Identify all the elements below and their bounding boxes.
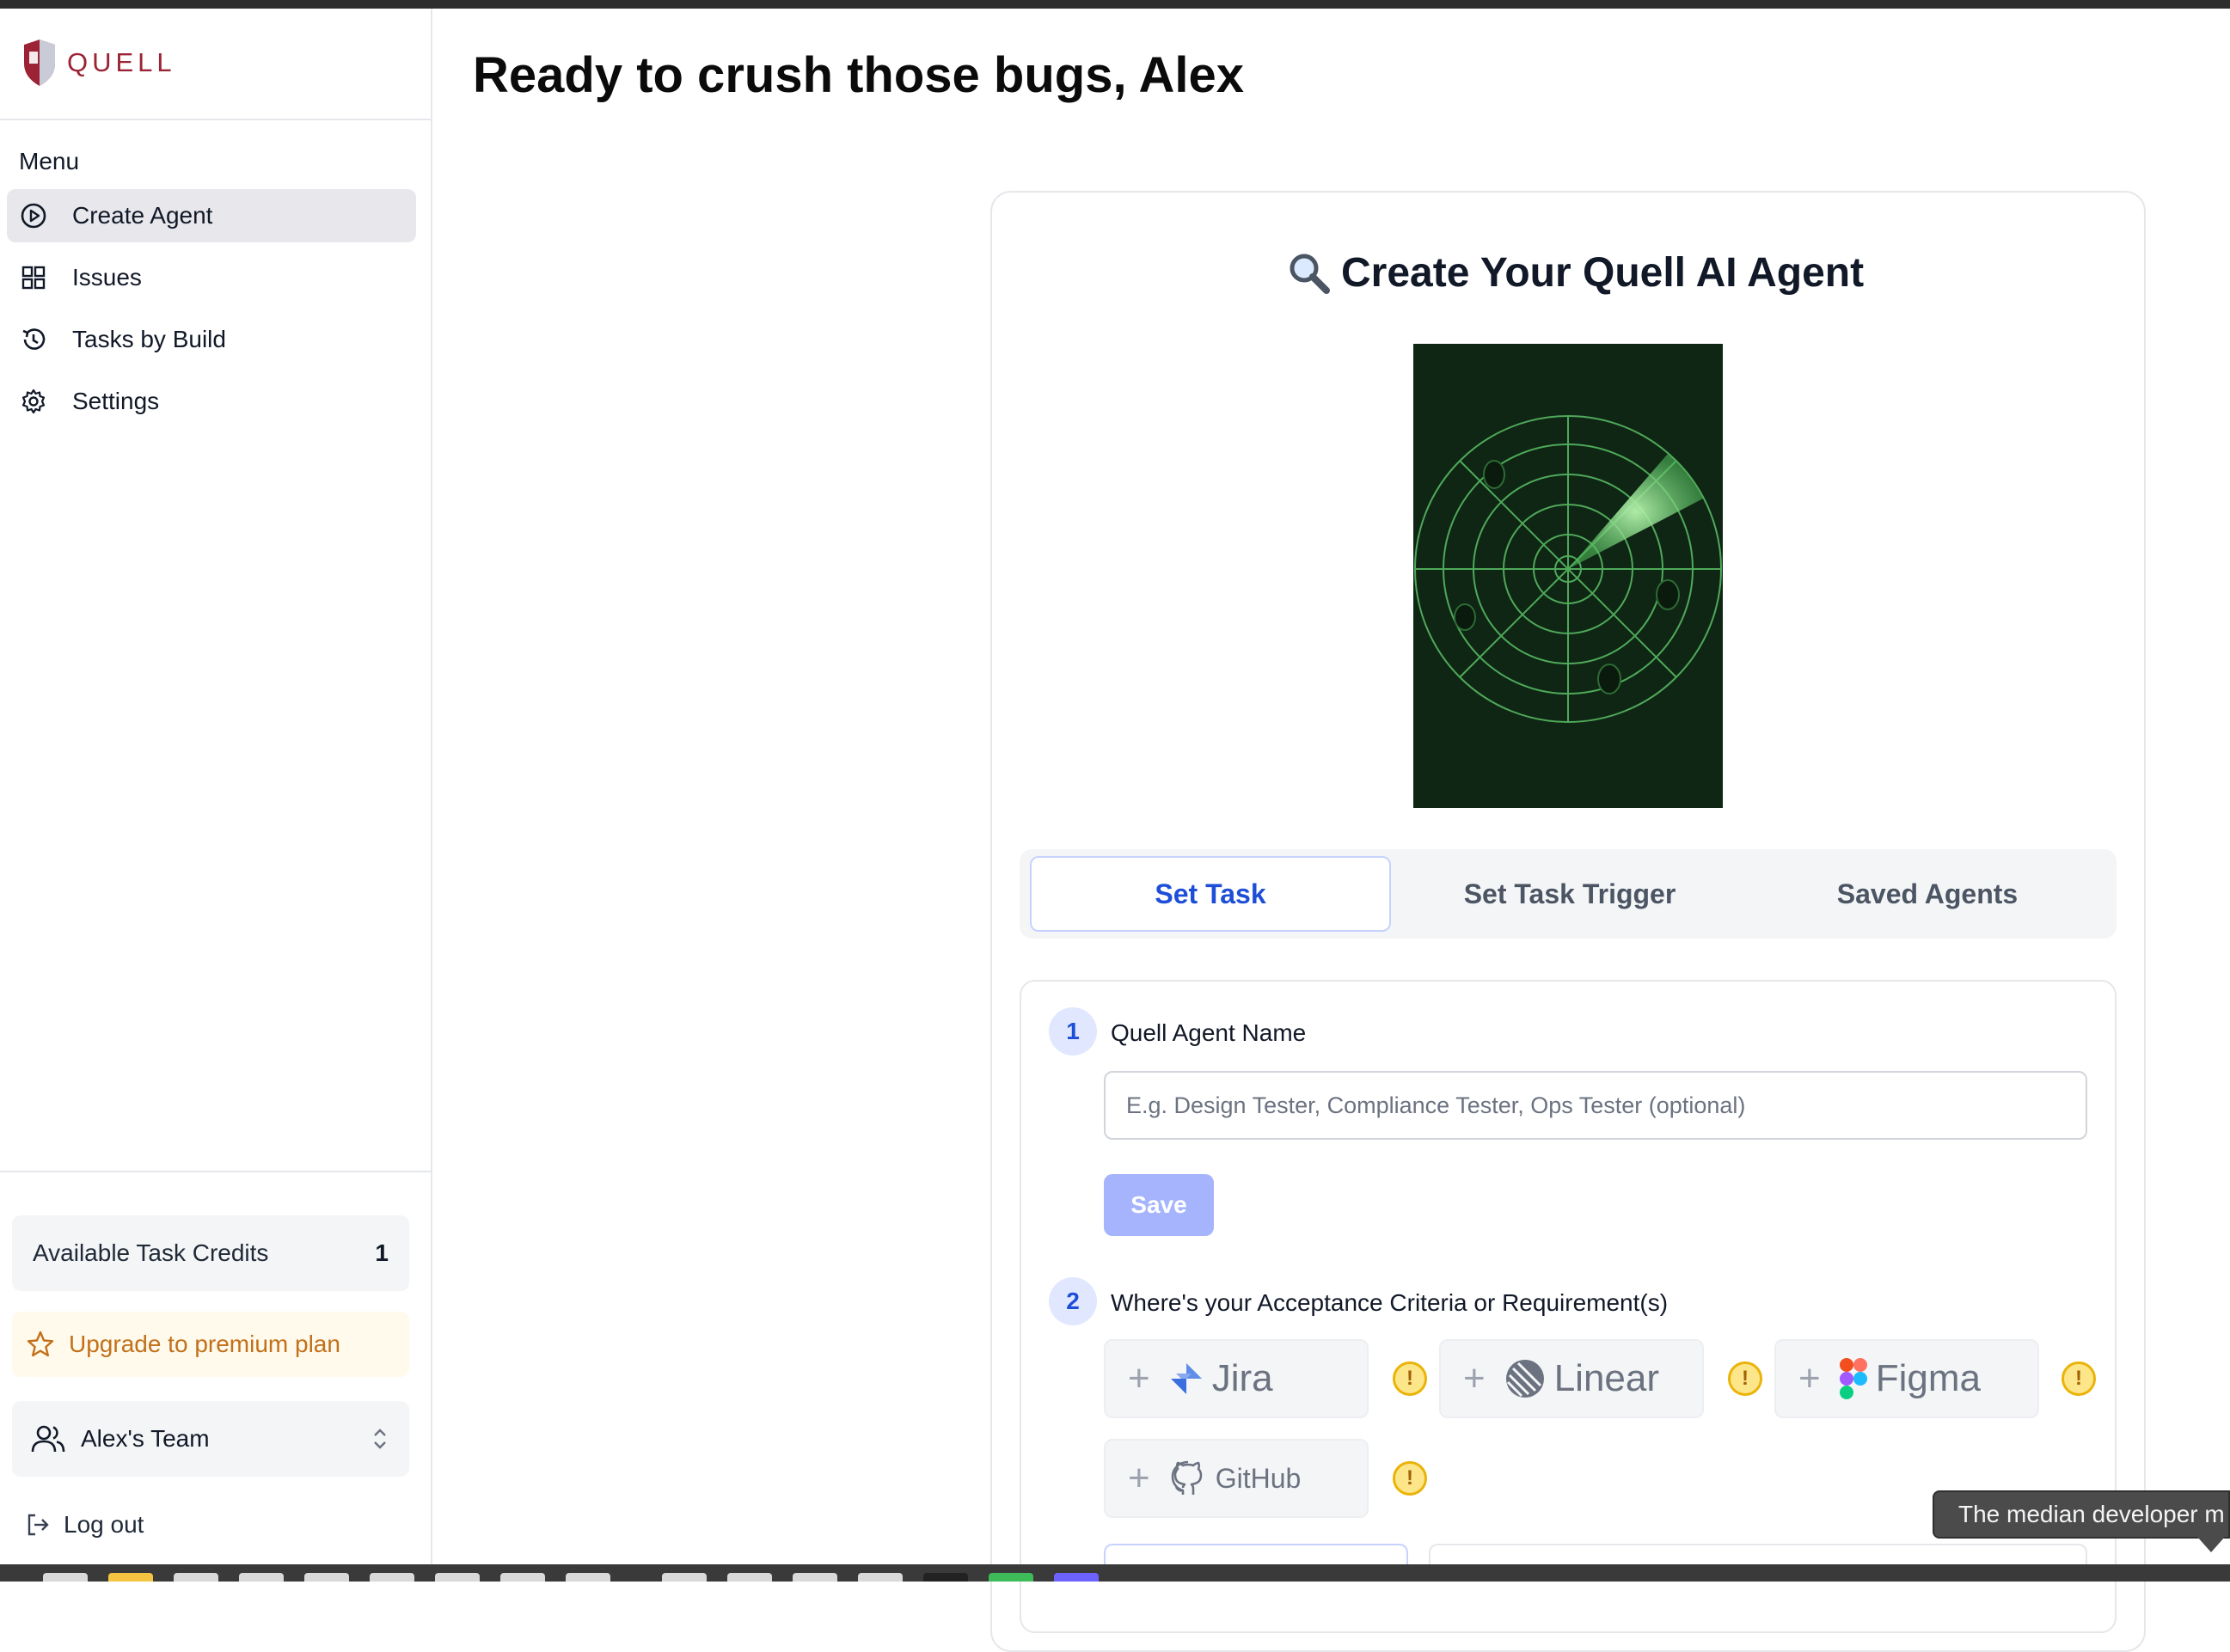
dock-app-icon[interactable]: [108, 1573, 153, 1582]
github-brand: GitHub: [1169, 1459, 1302, 1497]
logout-icon: [24, 1511, 52, 1539]
dock-app-icon[interactable]: [923, 1573, 968, 1582]
dock-app-icon[interactable]: [435, 1573, 480, 1582]
app-logo[interactable]: QUELL: [21, 38, 176, 88]
figma-brand: Figma: [1839, 1357, 1981, 1400]
step-2-label: Where's your Acceptance Criteria or Requ…: [1111, 1289, 1669, 1316]
dock-app-icon[interactable]: [174, 1573, 218, 1582]
chevron-up-down-icon: [370, 1426, 390, 1452]
team-name: Alex's Team: [81, 1425, 210, 1452]
logout-button[interactable]: Log out: [24, 1511, 144, 1539]
card-title-text: Create Your Quell AI Agent: [1341, 250, 1865, 296]
figma-warning-icon[interactable]: !: [2062, 1361, 2096, 1396]
add-github-button[interactable]: + GitHub: [1104, 1439, 1369, 1518]
gear-icon: [19, 387, 48, 416]
grid-icon: [19, 263, 48, 292]
shield-logo-icon: [24, 40, 55, 86]
figma-label: Figma: [1875, 1357, 1981, 1399]
dock-app-icon[interactable]: [662, 1573, 707, 1582]
sidebar: QUELL Menu Create Agent Issues Tasks by …: [0, 9, 432, 1564]
jira-warning-icon[interactable]: !: [1393, 1361, 1427, 1396]
add-linear-button[interactable]: + Linear: [1439, 1339, 1704, 1418]
dock-app-icon[interactable]: [304, 1573, 349, 1582]
tab-set-task[interactable]: Set Task: [1030, 856, 1391, 932]
window-top-bar: [0, 0, 2230, 9]
sidebar-nav: Create Agent Issues Tasks by Build Setti…: [7, 189, 416, 437]
linear-icon: [1505, 1360, 1544, 1398]
menu-title: Menu: [19, 148, 80, 174]
dock-app-icon[interactable]: [1054, 1573, 1099, 1582]
sidebar-item-create-agent[interactable]: Create Agent: [7, 189, 416, 242]
add-jira-button[interactable]: + Jira: [1104, 1339, 1369, 1418]
upgrade-label: Upgrade to premium plan: [69, 1331, 340, 1357]
users-icon: [31, 1423, 65, 1454]
agent-name-input[interactable]: [1104, 1071, 2087, 1140]
logout-label: Log out: [64, 1511, 144, 1538]
github-label: GitHub: [1215, 1462, 1302, 1494]
history-icon: [19, 325, 48, 354]
jira-icon: [1170, 1363, 1202, 1394]
dock-app-icon[interactable]: [239, 1573, 284, 1582]
step-1-number: 1: [1049, 1007, 1097, 1055]
tab-saved-agents[interactable]: Saved Agents: [1749, 856, 2106, 932]
tab-set-task-trigger[interactable]: Set Task Trigger: [1391, 856, 1749, 932]
plus-icon: +: [1798, 1357, 1821, 1399]
save-button[interactable]: Save: [1104, 1174, 1214, 1236]
plus-icon: +: [1463, 1357, 1486, 1399]
plus-icon: +: [1128, 1357, 1150, 1399]
radar-illustration: [1413, 344, 1723, 808]
linear-label: Linear: [1553, 1357, 1660, 1399]
team-switcher[interactable]: Alex's Team: [12, 1401, 409, 1477]
linear-brand: Linear: [1504, 1357, 1659, 1400]
jira-brand: Jira: [1169, 1357, 1273, 1400]
plus-icon: +: [1128, 1457, 1150, 1499]
sidebar-item-label: Tasks by Build: [72, 326, 226, 352]
sidebar-divider-bottom: [0, 1171, 432, 1172]
star-icon: [26, 1330, 55, 1359]
tooltip-arrow: [2197, 1537, 2225, 1552]
tooltip: The median developer m: [1933, 1490, 2230, 1539]
magnifier-icon: [1286, 250, 1332, 297]
upgrade-button[interactable]: Upgrade to premium plan: [12, 1312, 409, 1377]
sidebar-item-label: Settings: [72, 388, 160, 414]
dock-app-icon[interactable]: [500, 1573, 545, 1582]
page-title: Ready to crush those bugs, Alex: [473, 47, 1245, 103]
credits-label: Available Task Credits: [33, 1239, 269, 1266]
dock-app-icon[interactable]: [989, 1573, 1033, 1582]
logo-text: QUELL: [67, 47, 176, 77]
dock-app-icon[interactable]: [43, 1573, 88, 1582]
figma-icon: [1839, 1358, 1867, 1399]
dock-app-icon[interactable]: [793, 1573, 837, 1582]
step-2-number: 2: [1049, 1277, 1097, 1325]
card-title: Create Your Quell AI Agent: [1286, 249, 1864, 297]
dock-app-icon[interactable]: [727, 1573, 772, 1582]
sidebar-item-label: Issues: [72, 264, 142, 291]
add-figma-button[interactable]: + Figma: [1774, 1339, 2039, 1418]
github-icon: [1171, 1460, 1203, 1495]
sidebar-item-label: Create Agent: [72, 202, 213, 229]
credits-count: 1: [375, 1239, 389, 1266]
sidebar-item-tasks-by-build[interactable]: Tasks by Build: [7, 313, 416, 366]
dock-app-icon[interactable]: [370, 1573, 414, 1582]
sidebar-item-settings[interactable]: Settings: [7, 375, 416, 428]
dock-app-icon[interactable]: [566, 1573, 610, 1582]
dock-app-icon[interactable]: [858, 1573, 903, 1582]
linear-warning-icon[interactable]: !: [1728, 1361, 1762, 1396]
sidebar-divider-top: [0, 119, 432, 120]
step-1-label: Quell Agent Name: [1111, 1019, 1307, 1046]
play-circle-icon: [19, 201, 48, 230]
github-warning-icon[interactable]: !: [1393, 1461, 1427, 1496]
agent-tabs: Set Task Set Task Trigger Saved Agents: [1020, 849, 2117, 939]
task-credits: Available Task Credits 1: [12, 1215, 409, 1291]
jira-label: Jira: [1211, 1357, 1273, 1399]
sidebar-item-issues[interactable]: Issues: [7, 251, 416, 304]
